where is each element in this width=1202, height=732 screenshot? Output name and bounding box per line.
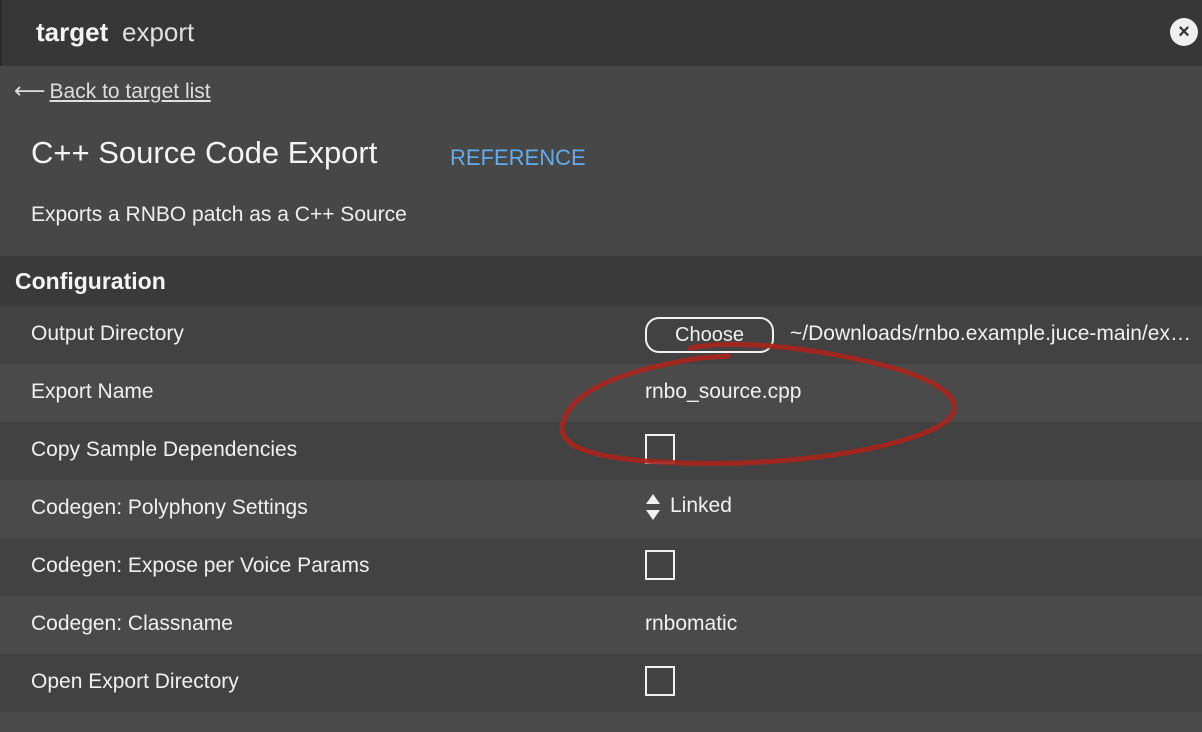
export-window: target export × ⟵ Back to target list C++…: [0, 0, 1202, 732]
polyphony-settings-value[interactable]: Linked: [670, 494, 732, 518]
export-name-field[interactable]: rnbo_source.cpp: [645, 380, 801, 404]
section-title: Configuration: [15, 268, 166, 294]
copy-sample-dependencies-label: Copy Sample Dependencies: [31, 438, 298, 461]
title-bar: target export ×: [0, 0, 1202, 66]
expose-per-voice-params-label: Codegen: Expose per Voice Params: [31, 554, 370, 577]
polyphony-settings-label: Codegen: Polyphony Settings: [31, 496, 308, 519]
back-link-label: Back to target list: [49, 80, 211, 103]
classname-label: Codegen: Classname: [31, 612, 233, 635]
reference-link[interactable]: REFERENCE: [450, 145, 586, 171]
row-export-name: Export Name rnbo_source.cpp: [0, 364, 1202, 422]
choose-directory-button[interactable]: Choose: [645, 317, 774, 353]
output-directory-label: Output Directory: [31, 322, 184, 345]
row-empty: [0, 712, 1202, 732]
page-title: C++ Source Code Export: [31, 135, 378, 170]
page-description: Exports a RNBO patch as a C++ Source: [31, 203, 407, 226]
open-export-directory-checkbox[interactable]: [645, 666, 675, 696]
configuration-section-header: Configuration: [0, 256, 1202, 306]
copy-sample-dependencies-checkbox[interactable]: [645, 434, 675, 464]
row-classname: Codegen: Classname rnbomatic: [0, 596, 1202, 654]
window-title-export: export: [122, 17, 195, 47]
back-to-target-list-link[interactable]: ⟵ Back to target list: [14, 78, 211, 104]
expose-per-voice-params-checkbox[interactable]: [645, 550, 675, 580]
open-export-directory-label: Open Export Directory: [31, 670, 239, 693]
close-icon[interactable]: ×: [1170, 18, 1198, 46]
row-output-directory: Output Directory Choose ~/Downloads/rnbo…: [0, 306, 1202, 364]
export-name-label: Export Name: [31, 380, 154, 403]
row-polyphony-settings: Codegen: Polyphony Settings Linked: [0, 480, 1202, 538]
output-directory-path: ~/Downloads/rnbo.example.juce-main/expor…: [790, 322, 1200, 345]
up-down-stepper-icon[interactable]: [645, 493, 661, 521]
back-arrow-icon: ⟵: [14, 78, 46, 103]
configuration-list: Output Directory Choose ~/Downloads/rnbo…: [0, 306, 1202, 732]
row-expose-per-voice-params: Codegen: Expose per Voice Params: [0, 538, 1202, 596]
row-open-export-directory: Open Export Directory: [0, 654, 1202, 712]
row-copy-sample-dependencies: Copy Sample Dependencies: [0, 422, 1202, 480]
classname-field[interactable]: rnbomatic: [645, 612, 737, 636]
window-title-target: target: [36, 17, 109, 47]
